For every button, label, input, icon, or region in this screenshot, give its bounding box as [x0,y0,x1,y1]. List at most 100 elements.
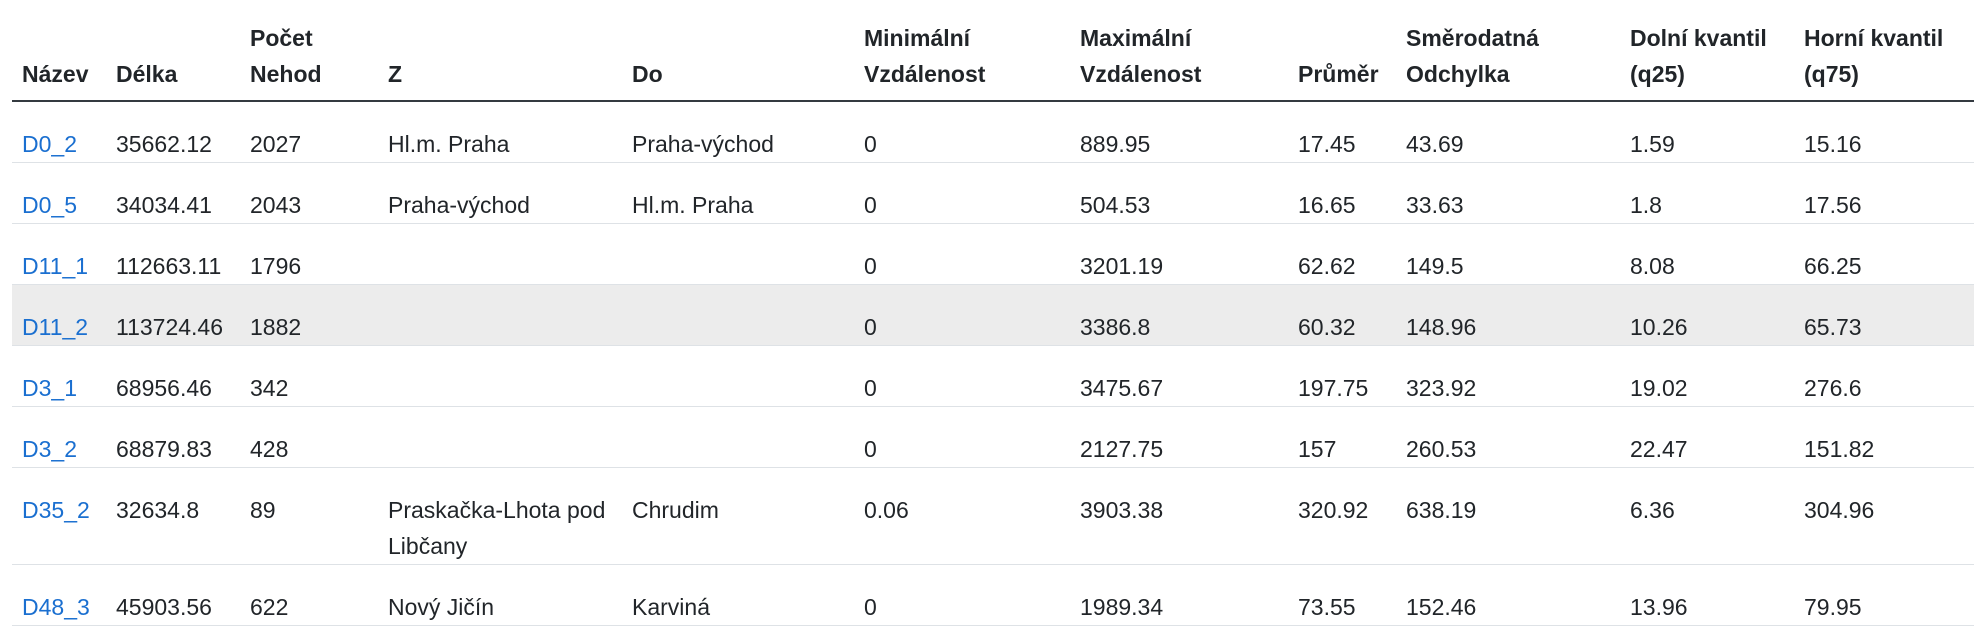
column-header-min-distance[interactable]: Minimální Vzdálenost [854,0,1070,102]
cell-min-distance: 0 [854,406,1070,468]
cell-min-distance: 0 [854,284,1070,346]
cell-from: Praha-východ [378,162,622,224]
cell-q75: 65.73 [1794,284,1974,346]
cell-length: 32634.8 [106,467,240,565]
cell-q75: 276.6 [1794,345,1974,407]
cell-accident-count: 1796 [240,223,378,285]
table-row: D48_3 45903.56 622 Nový Jičín Karviná 0 … [12,564,1974,626]
cell-length: 34034.41 [106,162,240,224]
table-row: D3_2 68879.83 428 0 2127.75 157 260.53 2… [12,406,1974,468]
cell-name: D11_2 [12,284,106,346]
cell-from: Nový Jičín [378,564,622,626]
statistics-table: Název Délka Počet Nehod Z Do Minimální V… [12,0,1974,626]
cell-name: D3_2 [12,406,106,468]
column-header-max-distance[interactable]: Maximální Vzdálenost [1070,0,1288,102]
cell-std-dev: 148.96 [1396,284,1620,346]
cell-q25: 1.59 [1620,101,1794,163]
cell-mean: 16.65 [1288,162,1396,224]
cell-name: D3_1 [12,345,106,407]
cell-accident-count: 428 [240,406,378,468]
cell-q75: 79.95 [1794,564,1974,626]
cell-to: Praha-východ [622,101,854,163]
cell-max-distance: 1989.34 [1070,564,1288,626]
cell-q75: 151.82 [1794,406,1974,468]
cell-std-dev: 638.19 [1396,467,1620,565]
road-link[interactable]: D3_1 [22,375,77,401]
column-header-accident-count[interactable]: Počet Nehod [240,0,378,102]
cell-std-dev: 152.46 [1396,564,1620,626]
cell-to [622,223,854,285]
cell-q25: 19.02 [1620,345,1794,407]
cell-q75: 304.96 [1794,467,1974,565]
cell-accident-count: 89 [240,467,378,565]
cell-from [378,406,622,468]
cell-q25: 22.47 [1620,406,1794,468]
cell-to: Karviná [622,564,854,626]
header-row: Název Délka Počet Nehod Z Do Minimální V… [12,0,1974,102]
cell-length: 68879.83 [106,406,240,468]
cell-mean: 60.32 [1288,284,1396,346]
road-link[interactable]: D48_3 [22,594,90,620]
cell-to [622,284,854,346]
cell-from: Praskačka-Lhota pod Libčany [378,467,622,565]
cell-min-distance: 0.06 [854,467,1070,565]
road-link[interactable]: D35_2 [22,497,90,523]
table-row: D11_2 113724.46 1882 0 3386.8 60.32 148.… [12,284,1974,346]
cell-max-distance: 504.53 [1070,162,1288,224]
column-header-q25[interactable]: Dolní kvantil (q25) [1620,0,1794,102]
cell-length: 112663.11 [106,223,240,285]
cell-mean: 157 [1288,406,1396,468]
cell-accident-count: 1882 [240,284,378,346]
column-header-to[interactable]: Do [622,0,854,102]
cell-max-distance: 3201.19 [1070,223,1288,285]
cell-mean: 17.45 [1288,101,1396,163]
column-header-mean[interactable]: Průměr [1288,0,1396,102]
cell-length: 68956.46 [106,345,240,407]
table-body: D0_2 35662.12 2027 Hl.m. Praha Praha-výc… [12,101,1974,626]
column-header-std-dev[interactable]: Směrodatná Odchylka [1396,0,1620,102]
table-row: D0_5 34034.41 2043 Praha-východ Hl.m. Pr… [12,162,1974,224]
cell-min-distance: 0 [854,101,1070,163]
road-link[interactable]: D3_2 [22,436,77,462]
column-header-q75[interactable]: Horní kvantil (q75) [1794,0,1974,102]
cell-max-distance: 3903.38 [1070,467,1288,565]
table-row: D0_2 35662.12 2027 Hl.m. Praha Praha-výc… [12,101,1974,163]
cell-q75: 66.25 [1794,223,1974,285]
cell-q75: 17.56 [1794,162,1974,224]
cell-std-dev: 43.69 [1396,101,1620,163]
cell-max-distance: 3386.8 [1070,284,1288,346]
cell-mean: 62.62 [1288,223,1396,285]
column-header-length[interactable]: Délka [106,0,240,102]
road-link[interactable]: D11_2 [22,314,88,340]
cell-std-dev: 149.5 [1396,223,1620,285]
cell-q25: 1.8 [1620,162,1794,224]
cell-from [378,345,622,407]
road-link[interactable]: D0_2 [22,131,77,157]
cell-mean: 197.75 [1288,345,1396,407]
cell-q25: 13.96 [1620,564,1794,626]
cell-max-distance: 3475.67 [1070,345,1288,407]
cell-to [622,345,854,407]
cell-name: D0_5 [12,162,106,224]
cell-from [378,223,622,285]
cell-accident-count: 342 [240,345,378,407]
table-header: Název Délka Počet Nehod Z Do Minimální V… [12,0,1974,102]
cell-std-dev: 260.53 [1396,406,1620,468]
table-row: D11_1 112663.11 1796 0 3201.19 62.62 149… [12,223,1974,285]
cell-min-distance: 0 [854,162,1070,224]
cell-mean: 73.55 [1288,564,1396,626]
column-header-from[interactable]: Z [378,0,622,102]
cell-name: D11_1 [12,223,106,285]
cell-name: D48_3 [12,564,106,626]
road-link[interactable]: D0_5 [22,192,77,218]
cell-q25: 10.26 [1620,284,1794,346]
cell-max-distance: 889.95 [1070,101,1288,163]
cell-mean: 320.92 [1288,467,1396,565]
column-header-name[interactable]: Název [12,0,106,102]
cell-q25: 8.08 [1620,223,1794,285]
cell-min-distance: 0 [854,564,1070,626]
cell-max-distance: 2127.75 [1070,406,1288,468]
cell-to: Chrudim [622,467,854,565]
road-link[interactable]: D11_1 [22,253,88,279]
cell-std-dev: 33.63 [1396,162,1620,224]
